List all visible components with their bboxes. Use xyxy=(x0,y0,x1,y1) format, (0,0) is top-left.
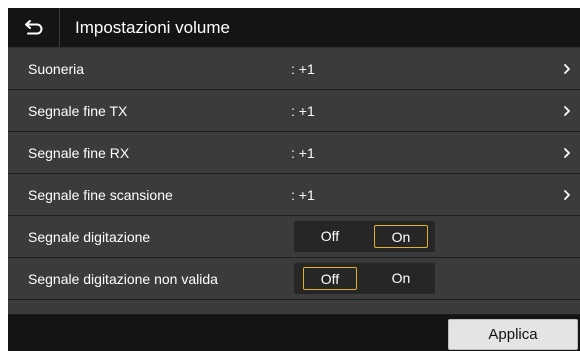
setting-row-partial xyxy=(8,300,580,315)
volume-settings-screen: Impostazioni volume Suoneria : +1 Segnal… xyxy=(8,8,580,351)
setting-row-segnale-fine-rx[interactable]: Segnale fine RX : +1 xyxy=(8,132,580,174)
setting-row-segnale-fine-tx[interactable]: Segnale fine TX : +1 xyxy=(8,90,580,132)
setting-label: Segnale fine scansione xyxy=(28,187,173,203)
setting-label: Segnale digitazione xyxy=(28,229,151,245)
setting-value: : +1 xyxy=(291,61,315,77)
setting-row-suoneria[interactable]: Suoneria : +1 xyxy=(8,48,580,90)
footer-bar: Applica xyxy=(8,315,580,351)
toggle-off-button[interactable]: Off xyxy=(303,267,357,290)
toggle-off-button[interactable]: Off xyxy=(303,225,357,248)
setting-value: : +1 xyxy=(291,145,315,161)
setting-value: : +1 xyxy=(291,103,315,119)
setting-label: Segnale digitazione non valida xyxy=(28,271,218,287)
chevron-right-icon xyxy=(564,148,570,158)
chevron-right-icon xyxy=(564,64,570,74)
setting-label: Suoneria xyxy=(28,61,85,77)
chevron-right-icon xyxy=(564,106,570,116)
back-button[interactable] xyxy=(8,8,60,47)
toggle-segnale-digitazione-non-valida: Off On xyxy=(294,263,435,294)
setting-label: Segnale fine RX xyxy=(28,145,130,161)
setting-row-segnale-digitazione-non-valida: Segnale digitazione non valida Off On xyxy=(8,258,580,300)
setting-value: : +1 xyxy=(291,187,315,203)
toggle-segnale-digitazione: Off On xyxy=(294,221,435,252)
header-bar: Impostazioni volume xyxy=(8,8,580,48)
toggle-on-button[interactable]: On xyxy=(374,267,428,290)
setting-row-segnale-digitazione: Segnale digitazione Off On xyxy=(8,216,580,258)
toggle-on-button[interactable]: On xyxy=(374,225,428,248)
back-arrow-icon xyxy=(24,19,42,34)
setting-row-segnale-fine-scansione[interactable]: Segnale fine scansione : +1 xyxy=(8,174,580,216)
setting-label: Segnale fine TX xyxy=(28,103,128,119)
apply-button[interactable]: Applica xyxy=(448,319,578,350)
chevron-right-icon xyxy=(564,190,570,200)
page-title: Impostazioni volume xyxy=(75,18,230,37)
